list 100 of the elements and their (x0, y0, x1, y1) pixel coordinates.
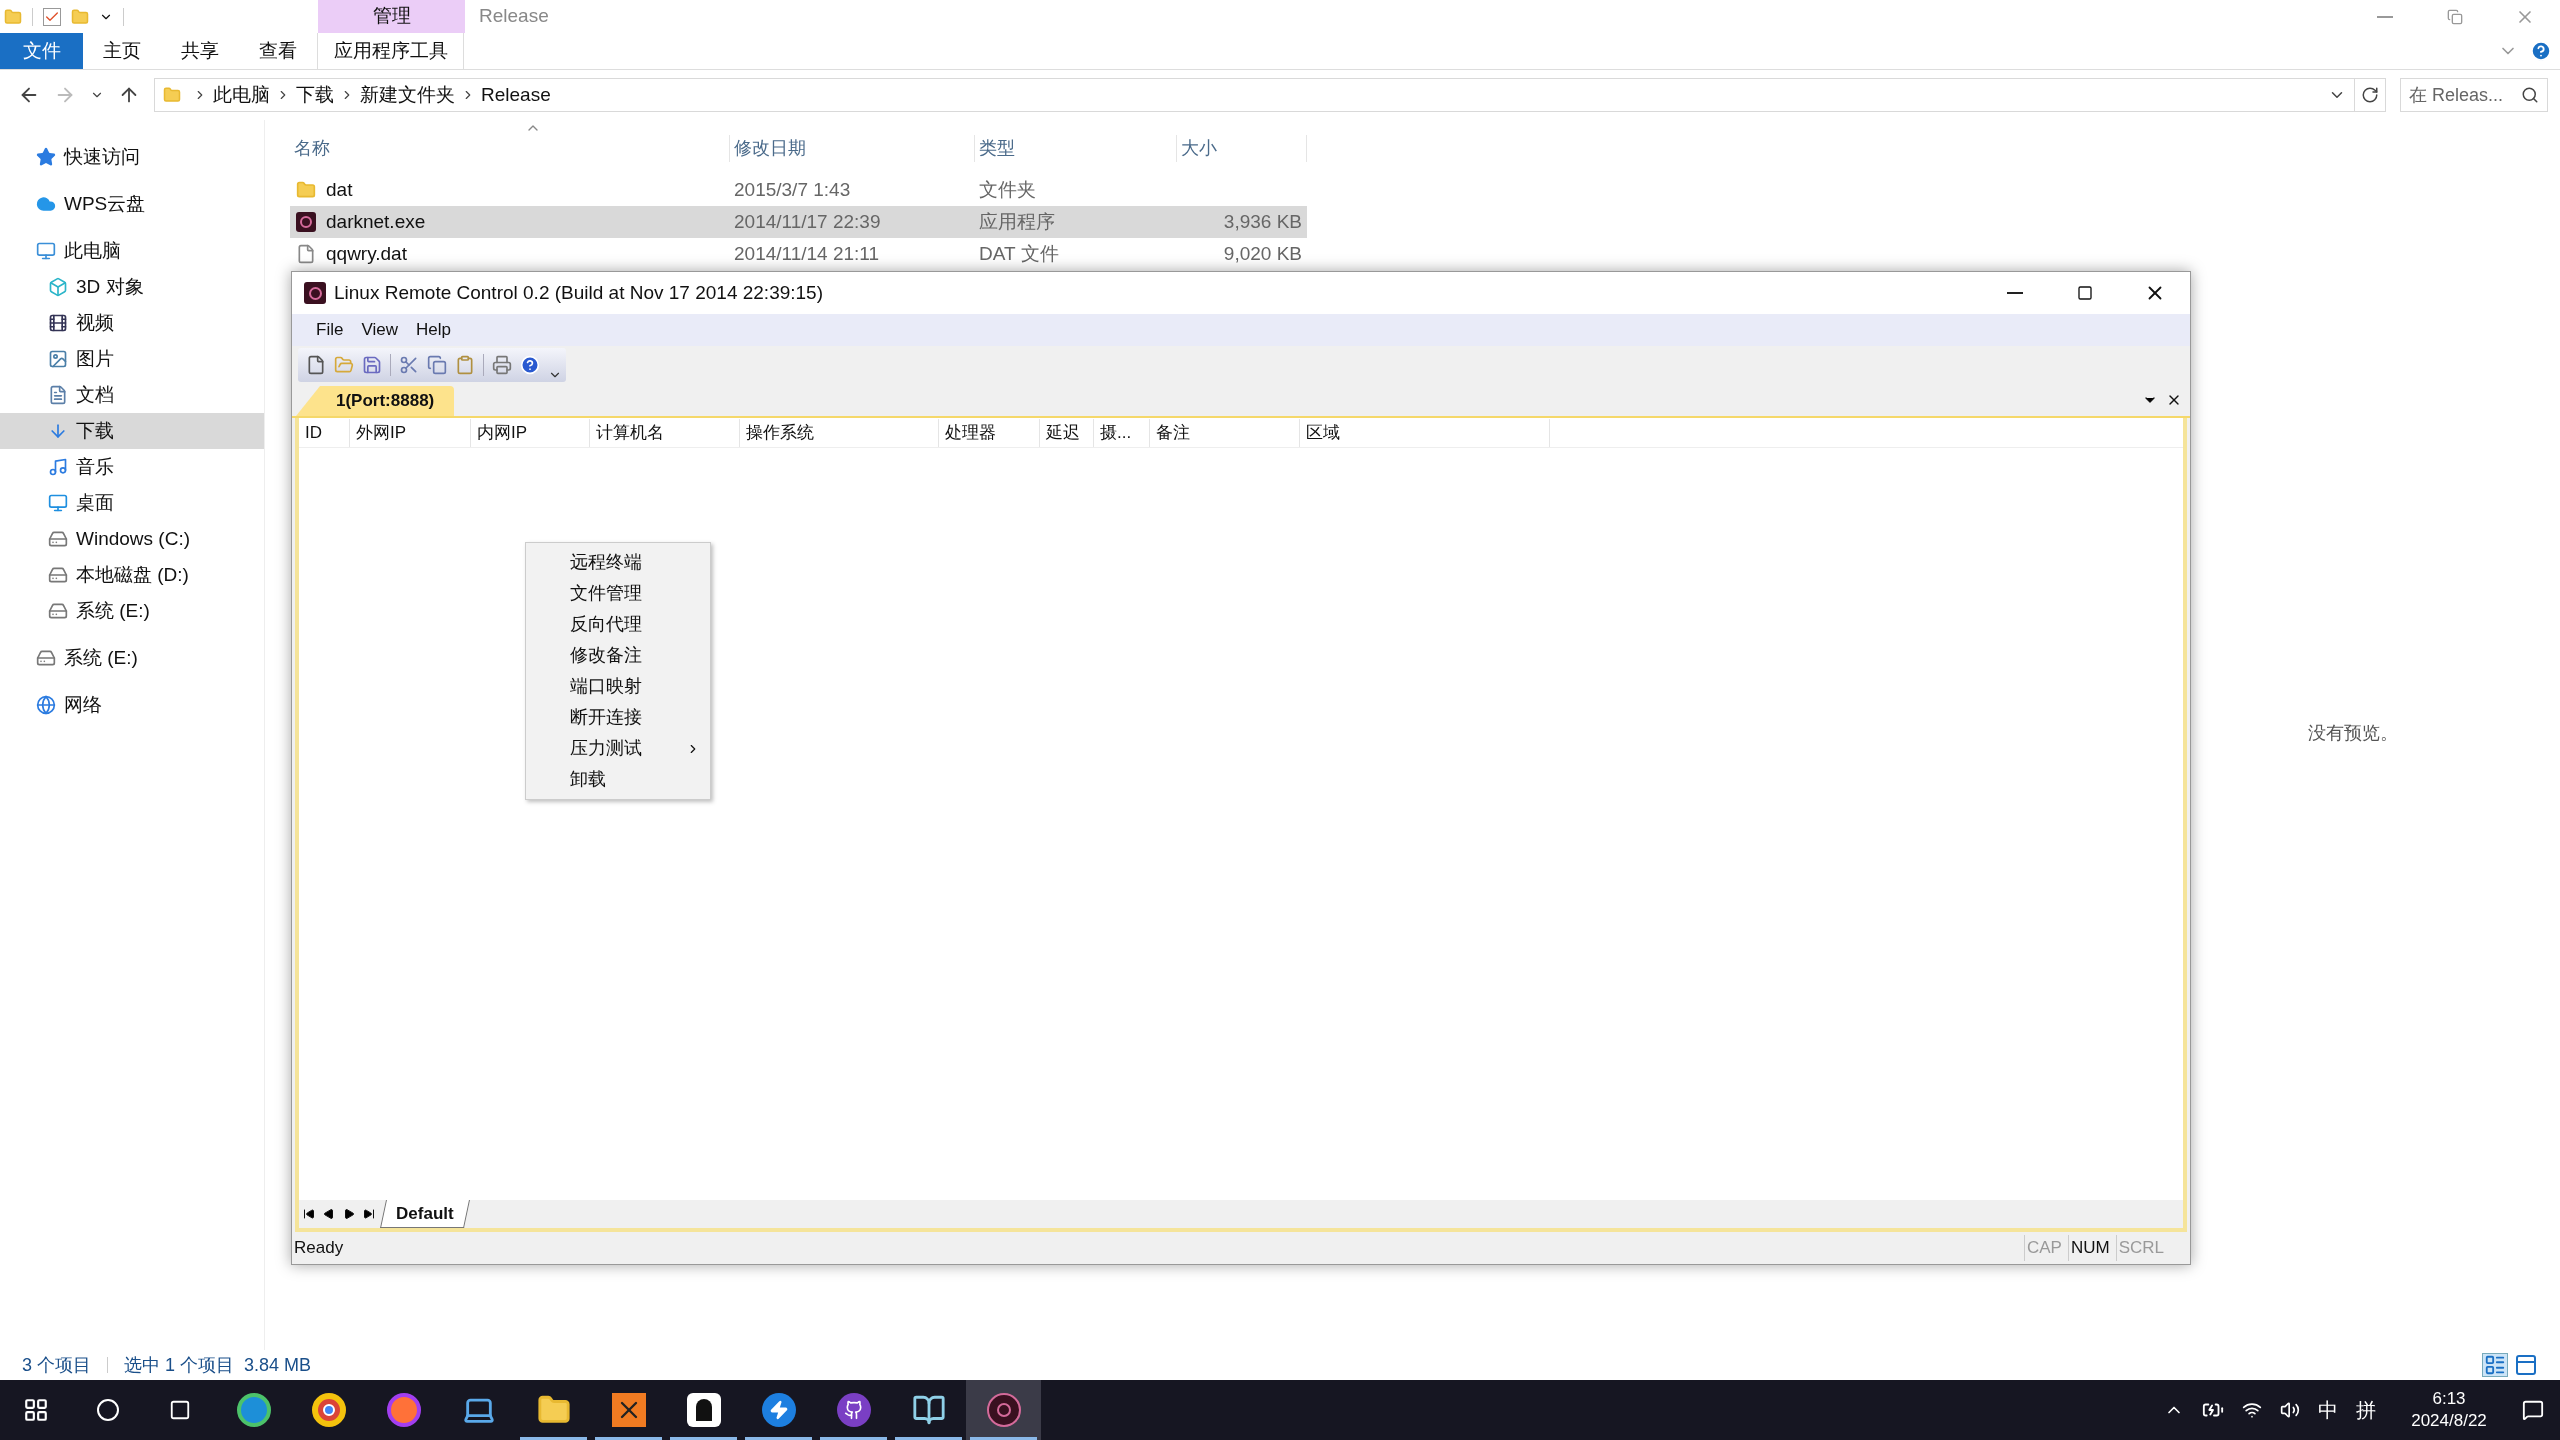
sidebar-item[interactable]: Windows (C:) (0, 521, 264, 557)
drive-icon (48, 601, 68, 621)
sidebar-item[interactable]: 图片 (0, 341, 264, 377)
menu-item[interactable]: 文件管理 (526, 578, 710, 609)
sheet-tab[interactable]: Default (380, 1200, 470, 1228)
help-icon[interactable] (520, 355, 540, 375)
breadcrumb-item[interactable]: Release (481, 80, 551, 110)
column-header[interactable]: 类型 (975, 135, 1177, 162)
browser-icon (311, 1393, 346, 1427)
copy-icon[interactable] (427, 355, 447, 375)
sidebar-item[interactable]: 网络 (0, 687, 264, 723)
window-title: Release (479, 4, 549, 29)
input-method[interactable]: 中 (2318, 1395, 2338, 1425)
column-header[interactable]: 处理器 (939, 418, 1040, 447)
first-icon[interactable] (303, 1208, 315, 1220)
menu-item[interactable]: View (353, 317, 406, 343)
input-mode[interactable]: 拼 (2356, 1395, 2376, 1425)
column-header[interactable]: 摄... (1094, 418, 1150, 447)
file-row[interactable]: dat 2015/3/7 1:43 文件夹 (290, 174, 1307, 206)
music-note-icon (48, 457, 68, 477)
breadcrumb-item[interactable]: 新建文件夹 (360, 80, 455, 110)
cube-icon (48, 277, 68, 297)
tiles-view-icon[interactable] (2514, 1353, 2538, 1377)
connection-tab[interactable]: 1(Port:8888) (296, 386, 455, 416)
menu-item[interactable]: 修改备注 (526, 640, 710, 671)
print-icon[interactable] (492, 355, 512, 375)
x-app-icon (611, 1393, 646, 1427)
column-header[interactable]: 外网IP (350, 418, 471, 447)
column-header[interactable]: 延迟 (1040, 418, 1094, 447)
wifi-icon[interactable] (2242, 1400, 2262, 1420)
sidebar-item[interactable]: 3D 对象 (0, 269, 264, 305)
ribbon-tab[interactable]: 共享 (161, 33, 239, 69)
menu-item[interactable]: File (308, 317, 352, 343)
picture-icon (48, 349, 68, 369)
file-row[interactable]: qqwry.dat 2014/11/14 21:11 DAT 文件 9,020 KB (290, 238, 1307, 270)
column-header[interactable]: 操作系统 (740, 418, 939, 447)
sidebar-item[interactable]: WPS云盘 (0, 186, 264, 222)
file-date: 2015/3/7 1:43 (733, 177, 852, 202)
save-icon[interactable] (362, 355, 382, 375)
sidebar-item[interactable]: 本地磁盘 (D:) (0, 557, 264, 593)
ribbon-tab[interactable]: 查看 (239, 33, 317, 69)
sidebar-item[interactable]: 文档 (0, 377, 264, 413)
last-icon[interactable] (363, 1208, 375, 1220)
file-date: 2014/11/17 22:39 (733, 209, 882, 234)
column-header[interactable]: 大小 (1177, 135, 1307, 162)
breadcrumb-item[interactable]: 此电脑 (213, 80, 270, 110)
book-icon (911, 1393, 946, 1427)
menu-item[interactable]: 压力测试 (526, 733, 710, 764)
paste-icon[interactable] (455, 355, 475, 375)
sidebar-item[interactable]: 桌面 (0, 485, 264, 521)
file-date: 2014/11/14 21:11 (733, 241, 881, 266)
column-header[interactable]: 区域 (1300, 418, 1550, 447)
next-icon[interactable] (343, 1208, 355, 1220)
folder-icon (296, 180, 316, 200)
preview-message: 没有预览。 (2308, 722, 2398, 745)
taskbar-app[interactable] (966, 1380, 1041, 1440)
cut-icon[interactable] (399, 355, 419, 375)
clock[interactable]: 6:13 2024/8/22 (2394, 1388, 2504, 1432)
sidebar-item[interactable]: 系统 (E:) (0, 593, 264, 629)
menu-item[interactable]: Help (407, 317, 459, 343)
column-header[interactable]: 修改日期 (730, 135, 975, 162)
folder-icon (4, 7, 22, 26)
search-field[interactable]: 在 Releas... (2400, 78, 2548, 112)
menu-item[interactable]: 反向代理 (526, 609, 710, 640)
breadcrumb-item[interactable]: 下载 (296, 80, 334, 110)
menu-item[interactable]: 远程终端 (526, 547, 710, 578)
menu-item[interactable]: 卸载 (526, 764, 710, 795)
column-header[interactable]: ID (299, 418, 350, 447)
task-view-icon[interactable] (169, 1399, 191, 1421)
sidebar-item[interactable]: 此电脑 (0, 233, 264, 269)
ribbon-tab[interactable]: 主页 (83, 33, 161, 69)
sidebar-item[interactable]: 快速访问 (0, 139, 264, 175)
column-header[interactable]: 名称 (290, 135, 730, 162)
monitor-icon (36, 241, 56, 261)
menu-item[interactable]: 端口映射 (526, 671, 710, 702)
sidebar-item[interactable]: 下载 (0, 413, 264, 449)
column-header[interactable]: 内网IP (471, 418, 590, 447)
search-icon[interactable] (96, 1398, 120, 1422)
previous-icon[interactable] (323, 1208, 335, 1220)
volume-icon[interactable] (2280, 1400, 2300, 1420)
column-header[interactable]: 计算机名 (590, 418, 740, 447)
screen-icon (48, 493, 68, 513)
file-name: qqwry.dat (290, 239, 730, 269)
drive-icon (48, 565, 68, 585)
details-view-icon[interactable] (2482, 1353, 2508, 1377)
file-row[interactable]: darknet.exe 2014/11/17 22:39 应用程序 3,936 KB (290, 206, 1307, 238)
column-header[interactable]: 备注 (1150, 418, 1300, 447)
sidebar-item[interactable]: 视频 (0, 305, 264, 341)
ribbon-tab[interactable]: 应用程序工具 (317, 33, 464, 69)
address-bar[interactable]: 此电脑 下载 新建文件夹 Release (154, 78, 2386, 112)
item-count: 3 个项目 (22, 1353, 91, 1377)
notifications-icon[interactable] (2522, 1399, 2544, 1421)
file-tab[interactable]: 文件 (0, 33, 83, 69)
sidebar-item[interactable]: 音乐 (0, 449, 264, 485)
sidebar-item[interactable]: 系统 (E:) (0, 640, 264, 676)
start-icon[interactable] (23, 1397, 49, 1423)
refresh-icon[interactable] (2361, 86, 2379, 104)
new-icon[interactable] (306, 355, 326, 375)
help-icon[interactable] (2530, 40, 2552, 62)
menu-item[interactable]: 断开连接 (526, 702, 710, 733)
